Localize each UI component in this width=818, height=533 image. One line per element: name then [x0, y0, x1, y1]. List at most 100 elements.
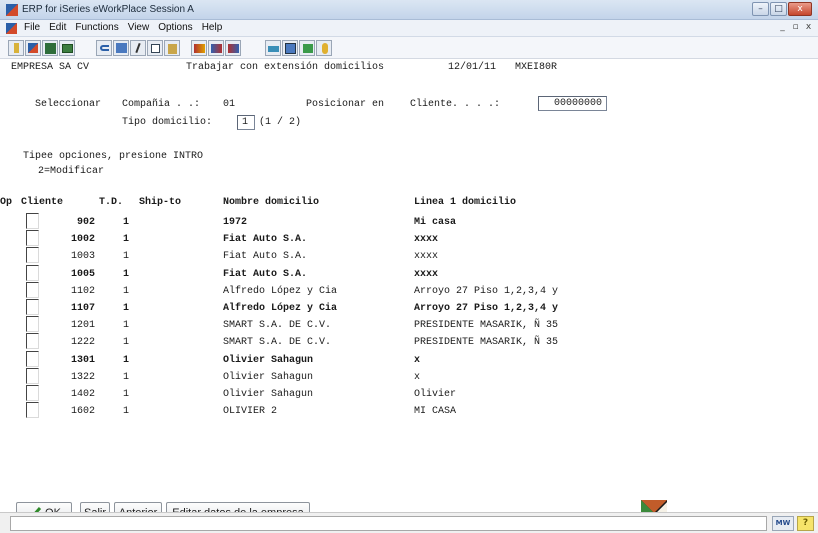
- row-td: 1: [123, 337, 130, 348]
- row-client: 1201: [70, 320, 95, 331]
- row-name: SMART S.A. DE C.V.: [223, 320, 332, 331]
- row-option-input[interactable]: [26, 316, 39, 332]
- maximize-button[interactable]: □: [770, 2, 787, 16]
- macro-play-icon[interactable]: [208, 40, 224, 56]
- address-type-range: (1 / 2): [259, 117, 302, 128]
- mdi-restore-button[interactable]: ▫: [790, 22, 801, 32]
- col-header-shipto: Ship-to: [139, 197, 182, 208]
- row-option-input[interactable]: [26, 402, 39, 418]
- row-client: 1402: [70, 389, 95, 400]
- row-option-input[interactable]: [26, 230, 39, 246]
- position-label: Posicionar en: [306, 99, 385, 110]
- row-client: 1002: [70, 234, 95, 245]
- copy-icon[interactable]: [147, 40, 163, 56]
- macro-record-icon[interactable]: [191, 40, 207, 56]
- row-td: 1: [123, 372, 130, 383]
- mdi-close-button[interactable]: x: [803, 22, 814, 32]
- check-icon[interactable]: [299, 40, 315, 56]
- row-address: xxxx: [414, 251, 439, 262]
- menu-bar: File Edit Functions View Options Help _ …: [0, 20, 818, 37]
- menu-edit[interactable]: Edit: [49, 22, 66, 33]
- menu-functions[interactable]: Functions: [75, 22, 118, 33]
- row-client: 1003: [70, 251, 95, 262]
- row-option-input[interactable]: [26, 351, 39, 367]
- company-name: EMPRESA SA CV: [11, 62, 90, 73]
- cut-icon[interactable]: [130, 40, 146, 56]
- print-icon[interactable]: [59, 40, 75, 56]
- help-status-icon[interactable]: ?: [797, 516, 814, 531]
- instructions-text: Tipee opciones, presione INTRO: [23, 151, 204, 162]
- row-td: 1: [123, 320, 130, 331]
- screen-date: 12/01/11: [448, 62, 497, 73]
- help-icon[interactable]: [8, 40, 24, 56]
- settings-icon[interactable]: [282, 40, 298, 56]
- row-option-input[interactable]: [26, 265, 39, 281]
- menu-view[interactable]: View: [128, 22, 150, 33]
- close-button[interactable]: x: [788, 2, 812, 16]
- row-option-input[interactable]: [26, 299, 39, 315]
- mdi-minimize-button[interactable]: _: [777, 22, 788, 32]
- minimize-button[interactable]: –: [752, 2, 769, 16]
- help-question-icon[interactable]: [316, 40, 332, 56]
- row-name: Fiat Auto S.A.: [223, 269, 308, 280]
- company-value: 01: [223, 99, 236, 110]
- grid-icon[interactable]: [42, 40, 58, 56]
- row-client: 1322: [70, 372, 95, 383]
- row-option-input[interactable]: [26, 368, 39, 384]
- row-td: 1: [123, 389, 130, 400]
- row-option-input[interactable]: [26, 333, 39, 349]
- row-option-input[interactable]: [26, 247, 39, 263]
- address-type-label: Tipo domicilio:: [122, 117, 213, 128]
- select-label: Seleccionar: [35, 99, 102, 110]
- menu-help[interactable]: Help: [202, 22, 223, 33]
- company-label: Compañia . .:: [122, 99, 201, 110]
- macro-edit-icon[interactable]: [225, 40, 241, 56]
- client-label: Cliente. . . .:: [410, 99, 501, 110]
- mw-indicator-icon[interactable]: MW: [772, 516, 794, 531]
- app-icon: [6, 4, 18, 16]
- row-td: 1: [123, 217, 130, 228]
- row-td: 1: [123, 355, 130, 366]
- terminal-screen: EMPRESA SA CV Trabajar con extensión dom…: [0, 59, 815, 526]
- col-header-name: Nombre domicilio: [223, 197, 320, 208]
- screen-icon[interactable]: [113, 40, 129, 56]
- row-address: MI CASA: [414, 406, 457, 417]
- row-name: OLIVIER 2: [223, 406, 278, 417]
- row-td: 1: [123, 286, 130, 297]
- row-client: 1602: [70, 406, 95, 417]
- table-row: 1102 1 Alfredo López y Cia Arroyo 27 Piso 1…: [11, 282, 811, 303]
- table-row: 1322 1 Olivier Sahagun x: [11, 368, 811, 389]
- row-name: Olivier Sahagun: [223, 372, 314, 383]
- address-type-input[interactable]: 1: [237, 115, 255, 130]
- paste-icon[interactable]: [164, 40, 180, 56]
- keyboard-map-icon[interactable]: [265, 40, 281, 56]
- menu-options[interactable]: Options: [158, 22, 192, 33]
- row-address: x: [414, 372, 421, 383]
- table-row: 902 1 1972 Mi casa: [11, 213, 811, 234]
- row-option-input[interactable]: [26, 213, 39, 229]
- col-header-td: T.D.: [99, 197, 124, 208]
- row-td: 1: [123, 303, 130, 314]
- row-option-input[interactable]: [26, 282, 39, 298]
- table-row: 1602 1 OLIVIER 2 MI CASA: [11, 402, 811, 423]
- status-bar: MW ?: [0, 512, 818, 533]
- row-name: Alfredo López y Cia: [223, 286, 338, 297]
- row-name: Fiat Auto S.A.: [223, 251, 308, 262]
- menu-file[interactable]: File: [24, 22, 40, 33]
- new-session-icon[interactable]: [25, 40, 41, 56]
- col-header-address: Linea 1 domicilio: [414, 197, 517, 208]
- undo-icon[interactable]: [96, 40, 112, 56]
- table-row: 1402 1 Olivier Sahagun Olivier: [11, 385, 811, 406]
- session-menu-icon[interactable]: [6, 23, 17, 34]
- row-client: 1222: [70, 337, 95, 348]
- row-option-input[interactable]: [26, 385, 39, 401]
- table-row: 1002 1 Fiat Auto S.A. xxxx: [11, 230, 811, 251]
- client-position-input[interactable]: 00000000: [538, 96, 607, 111]
- row-client: 1107: [70, 303, 95, 314]
- row-address: xxxx: [414, 234, 439, 245]
- row-client: 1005: [70, 269, 95, 280]
- col-header-op: Op: [0, 197, 13, 208]
- row-address: Mi casa: [414, 217, 457, 228]
- row-name: Olivier Sahagun: [223, 355, 314, 366]
- window-controls: – □ x: [752, 2, 812, 16]
